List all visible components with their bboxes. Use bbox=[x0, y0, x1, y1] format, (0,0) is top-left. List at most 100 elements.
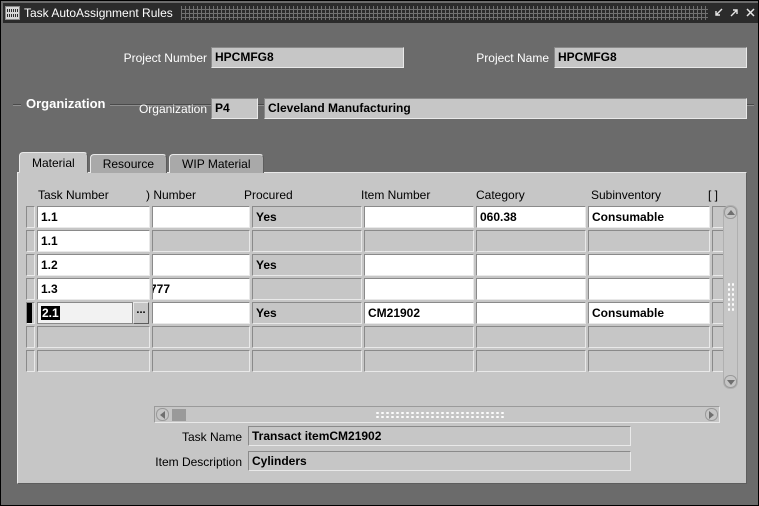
cell-category[interactable] bbox=[476, 302, 586, 324]
cell-task-number[interactable]: 1.3 bbox=[37, 278, 150, 300]
cell-item-number[interactable]: CM21902 bbox=[364, 302, 474, 324]
item-description-label: Item Description bbox=[155, 455, 242, 469]
cell-order-number[interactable]: 777 bbox=[152, 278, 250, 300]
cell-category[interactable] bbox=[476, 350, 586, 372]
cell-task-number[interactable] bbox=[37, 350, 150, 372]
task-name-field[interactable]: Transact itemCM21902 bbox=[248, 426, 631, 446]
minimize-icon[interactable] bbox=[710, 4, 726, 22]
scrollbar-grip[interactable] bbox=[727, 282, 735, 312]
cell-order-number[interactable] bbox=[152, 254, 250, 276]
record-indicator[interactable] bbox=[26, 230, 35, 252]
application-window: Task AutoAssignment Rules Project Number… bbox=[0, 0, 759, 506]
cell-procured[interactable] bbox=[252, 350, 362, 372]
horizontal-scrollbar-grip bbox=[375, 411, 505, 419]
cell-subinventory[interactable] bbox=[588, 230, 710, 252]
record-indicator[interactable] bbox=[26, 254, 35, 276]
assignment-rules-grid: Task Number ) Number Procured Item Numbe… bbox=[26, 188, 738, 423]
item-description-field[interactable]: Cylinders bbox=[248, 451, 631, 471]
cell-order-number[interactable] bbox=[152, 350, 250, 372]
table-row[interactable]: 1.1 Yes 060.38 Consumable bbox=[26, 205, 738, 229]
cell-subinventory[interactable]: Consumable bbox=[588, 206, 710, 228]
column-header-item-number: Item Number bbox=[361, 188, 431, 202]
cell-task-number[interactable]: 1.2 bbox=[37, 254, 150, 276]
cell-subinventory[interactable] bbox=[588, 326, 710, 348]
window-title: Task AutoAssignment Rules bbox=[24, 6, 173, 20]
cell-subinventory[interactable] bbox=[588, 254, 710, 276]
cell-item-number[interactable] bbox=[364, 326, 474, 348]
cell-item-number[interactable] bbox=[364, 254, 474, 276]
title-bar[interactable]: Task AutoAssignment Rules bbox=[3, 3, 758, 23]
list-of-values-button[interactable]: ... bbox=[133, 302, 149, 324]
cell-task-number[interactable]: 1.1 bbox=[37, 230, 150, 252]
grid-rows: 1.1 Yes 060.38 Consumable 1.1 1.2 Yes 1.3 777 2.1… bbox=[26, 205, 738, 373]
current-record-indicator[interactable] bbox=[26, 302, 35, 324]
record-indicator[interactable] bbox=[26, 206, 35, 228]
horizontal-scroll-thumb[interactable] bbox=[171, 408, 186, 421]
cell-procured[interactable] bbox=[252, 326, 362, 348]
project-name-field[interactable]: HPCMFG8 bbox=[554, 47, 747, 68]
table-row[interactable]: 1.3 777 bbox=[26, 277, 738, 301]
cell-procured[interactable] bbox=[252, 230, 362, 252]
tab-panel-material: Task Number ) Number Procured Item Numbe… bbox=[17, 172, 747, 484]
project-number-label: Project Number bbox=[123, 51, 207, 65]
scroll-right-icon[interactable] bbox=[705, 408, 718, 421]
organization-label: Organization bbox=[138, 102, 207, 116]
table-row[interactable]: 1.2 Yes bbox=[26, 253, 738, 277]
table-row[interactable]: 1.1 bbox=[26, 229, 738, 253]
record-indicator[interactable] bbox=[26, 278, 35, 300]
organization-code-field[interactable]: P4 bbox=[211, 98, 258, 119]
cell-item-number[interactable] bbox=[364, 278, 474, 300]
cell-item-number[interactable] bbox=[364, 350, 474, 372]
table-row[interactable] bbox=[26, 325, 738, 349]
cell-task-number[interactable]: 1.1 bbox=[37, 206, 150, 228]
cell-category[interactable] bbox=[476, 230, 586, 252]
group-frame-left bbox=[13, 104, 21, 106]
cell-procured[interactable]: Yes bbox=[252, 302, 362, 324]
cell-procured[interactable]: Yes bbox=[252, 254, 362, 276]
grid-vertical-scrollbar[interactable] bbox=[723, 205, 738, 389]
column-header-procured: Procured bbox=[244, 188, 293, 202]
project-name-label: Project Name bbox=[476, 51, 549, 65]
table-row[interactable]: 2.1... Yes CM21902 Consumable bbox=[26, 301, 738, 325]
cell-task-number[interactable]: 2.1 bbox=[37, 302, 133, 324]
cell-order-number[interactable] bbox=[152, 326, 250, 348]
organization-group-label: Organization bbox=[21, 96, 111, 111]
record-indicator[interactable] bbox=[26, 326, 35, 348]
cell-order-number[interactable] bbox=[152, 206, 250, 228]
record-indicator[interactable] bbox=[26, 350, 35, 372]
cell-category[interactable] bbox=[476, 254, 586, 276]
grid-horizontal-scrollbar[interactable] bbox=[154, 406, 720, 423]
cell-subinventory[interactable] bbox=[588, 278, 710, 300]
column-header-subinventory: Subinventory bbox=[591, 188, 662, 202]
cell-procured[interactable]: Yes bbox=[252, 206, 362, 228]
scroll-down-icon[interactable] bbox=[724, 375, 737, 388]
grid-column-headers: Task Number ) Number Procured Item Numbe… bbox=[26, 188, 738, 205]
organization-name-field: Cleveland Manufacturing bbox=[264, 98, 747, 119]
cell-item-number[interactable] bbox=[364, 230, 474, 252]
cell-order-number[interactable] bbox=[152, 302, 250, 324]
cell-order-number[interactable] bbox=[152, 230, 250, 252]
cell-procured[interactable] bbox=[252, 278, 362, 300]
form-canvas: Project Number HPCMFG8 Project Name HPCM… bbox=[4, 24, 757, 504]
maximize-icon[interactable] bbox=[726, 4, 742, 22]
cell-category[interactable] bbox=[476, 326, 586, 348]
cell-task-number[interactable] bbox=[37, 326, 150, 348]
tab-material[interactable]: Material bbox=[19, 152, 88, 173]
project-number-field[interactable]: HPCMFG8 bbox=[211, 47, 404, 68]
cell-category[interactable] bbox=[476, 278, 586, 300]
tab-wip-material[interactable]: WIP Material bbox=[169, 154, 264, 173]
scroll-left-icon[interactable] bbox=[156, 408, 169, 421]
oracle-forms-icon bbox=[5, 6, 20, 20]
cell-item-number[interactable] bbox=[364, 206, 474, 228]
title-bar-texture bbox=[180, 6, 708, 20]
close-icon[interactable] bbox=[742, 4, 758, 22]
selected-text: 2.1 bbox=[41, 306, 60, 320]
task-name-label: Task Name bbox=[181, 430, 242, 444]
tab-resource[interactable]: Resource bbox=[89, 154, 168, 173]
table-row[interactable] bbox=[26, 349, 738, 373]
scroll-up-icon[interactable] bbox=[724, 206, 737, 219]
cell-category[interactable]: 060.38 bbox=[476, 206, 586, 228]
tab-strip: Material Resource WIP Material bbox=[19, 152, 266, 173]
cell-subinventory[interactable]: Consumable bbox=[588, 302, 710, 324]
cell-subinventory[interactable] bbox=[588, 350, 710, 372]
